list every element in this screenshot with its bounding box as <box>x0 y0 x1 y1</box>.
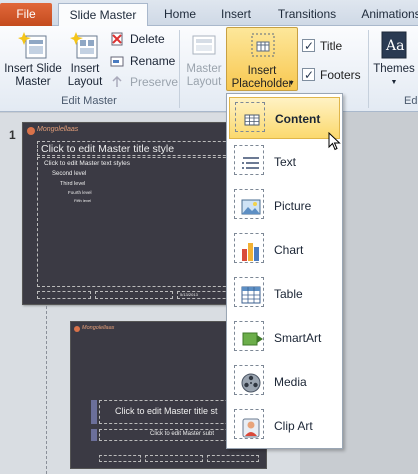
smartart-placeholder-icon <box>234 321 266 353</box>
text-level-4: Fourth level <box>68 190 92 195</box>
footers-checkbox-label: Footers <box>320 68 361 82</box>
menu-item-label: SmartArt <box>274 331 322 345</box>
insert-slide-master-icon <box>18 30 48 60</box>
subtitle-accent-bar <box>91 429 97 441</box>
insert-layout-label: Insert Layout <box>67 63 103 88</box>
ribbon-separator <box>368 30 369 108</box>
preserve-button[interactable]: Preserve <box>110 72 178 92</box>
menu-item-label: Media <box>274 375 307 389</box>
menu-item-label: Text <box>274 155 297 169</box>
title-checkbox[interactable]: Title <box>302 37 342 55</box>
menu-item-table[interactable]: Table <box>229 273 340 315</box>
slide-logo-text: Mongolellaas <box>37 126 79 133</box>
menu-item-media[interactable]: Media <box>229 361 340 403</box>
tab-insert[interactable]: Insert <box>214 3 258 26</box>
text-level-1: Click to edit Master text styles <box>44 160 130 167</box>
edit-group-label: Edi <box>404 95 418 107</box>
footer-center-placeholder <box>145 455 203 462</box>
slide-logo-text: Mongolellaas <box>82 325 115 331</box>
media-placeholder-icon <box>234 365 266 397</box>
master-title-text: Click to edit Master title style <box>41 143 175 155</box>
insert-layout-icon <box>70 30 100 60</box>
footer-date-text: 5/13/2013 <box>180 292 198 297</box>
ribbon: Insert Slide Master Insert Layout Delete… <box>0 26 418 112</box>
tab-file[interactable]: File <box>0 3 52 26</box>
delete-button[interactable]: Delete <box>110 29 165 49</box>
text-level-3: Third level <box>60 181 86 187</box>
svg-text:Aa: Aa <box>385 38 404 54</box>
checkbox-checked-icon <box>302 37 315 55</box>
menu-item-chart[interactable]: Chart <box>229 229 340 271</box>
insert-placeholder-label: Insert Placeholder <box>231 65 293 90</box>
ribbon-separator <box>179 30 180 108</box>
master-layout-button[interactable]: Master Layout <box>183 30 225 89</box>
preserve-icon <box>110 75 124 89</box>
rename-label: Rename <box>130 54 176 68</box>
footer-center-placeholder <box>95 291 173 299</box>
footer-left-placeholder <box>99 455 141 462</box>
delete-icon <box>110 32 124 46</box>
insert-layout-button[interactable]: Insert Layout <box>64 30 106 89</box>
insert-placeholder-button[interactable]: Insert Placeholder ▼ <box>226 27 298 91</box>
title-accent-bar <box>91 400 97 424</box>
logo-icon <box>27 127 35 135</box>
title-checkbox-label: Title <box>320 39 343 53</box>
themes-label: Themes <box>373 63 415 75</box>
layout-connector-line <box>46 306 47 474</box>
chart-placeholder-icon <box>234 233 266 265</box>
tab-home[interactable]: Home <box>160 3 200 26</box>
edit-master-group-label: Edit Master <box>61 95 117 107</box>
menu-item-label: Chart <box>274 243 304 257</box>
rename-icon <box>110 54 124 68</box>
master-layout-label: Master Layout <box>186 63 222 88</box>
picture-placeholder-icon <box>234 189 266 221</box>
text-placeholder-icon <box>234 145 266 177</box>
menu-item-label: Content <box>275 112 321 126</box>
insert-placeholder-menu: Content Text Picture Chart Table SmartAr… <box>226 93 343 449</box>
tab-animations[interactable]: Animations <box>356 3 418 26</box>
menu-item-clip-art[interactable]: Clip Art <box>229 405 340 447</box>
footers-checkbox[interactable]: Footers <box>302 66 361 84</box>
layout-title-text: Click to edit Master title st <box>115 406 218 416</box>
text-level-2: Second level <box>52 171 87 177</box>
tab-slide-master[interactable]: Slide Master <box>58 3 148 27</box>
themes-icon: Aa <box>379 30 409 60</box>
delete-label: Delete <box>130 32 165 46</box>
footer-left-placeholder <box>37 291 91 299</box>
menu-item-label: Clip Art <box>274 419 313 433</box>
chevron-down-icon: ▼ <box>288 80 295 87</box>
footer-date-placeholder <box>207 455 259 462</box>
insert-slide-master-button[interactable]: Insert Slide Master <box>2 30 64 89</box>
menu-item-smartart[interactable]: SmartArt <box>229 317 340 359</box>
menu-item-label: Picture <box>274 199 312 213</box>
slide-number: 1 <box>9 128 16 142</box>
insert-placeholder-icon <box>249 32 277 58</box>
insert-slide-master-label: Insert Slide Master <box>4 63 62 88</box>
menu-item-content[interactable]: Content <box>229 97 340 139</box>
text-level-5: Fifth level <box>74 198 92 203</box>
ribbon-tab-bar: File Slide Master Home Insert Transition… <box>0 0 418 27</box>
clip-art-placeholder-icon <box>234 409 266 441</box>
logo-icon <box>74 326 80 332</box>
preserve-label: Preserve <box>130 75 179 89</box>
tab-transitions[interactable]: Transitions <box>272 3 342 26</box>
layout-subtitle-text: Click to edit Master subt <box>150 431 215 437</box>
master-layout-icon <box>189 30 219 60</box>
menu-item-picture[interactable]: Picture <box>229 185 340 227</box>
content-placeholder-icon <box>235 102 267 134</box>
checkbox-checked-icon <box>302 66 315 84</box>
menu-item-label: Table <box>274 287 303 301</box>
table-placeholder-icon <box>234 277 266 309</box>
themes-button[interactable]: Aa Themes ▼ <box>373 30 415 89</box>
mouse-cursor-icon <box>328 131 342 155</box>
rename-button[interactable]: Rename <box>110 51 175 71</box>
chevron-down-icon: ▼ <box>390 79 398 86</box>
menu-item-text[interactable]: Text <box>229 141 340 183</box>
